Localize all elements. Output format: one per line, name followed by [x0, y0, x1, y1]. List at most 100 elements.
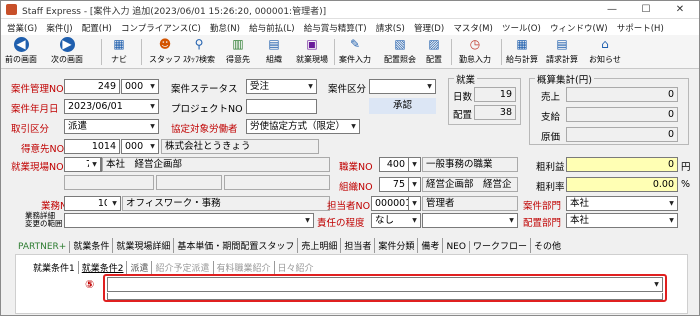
clock-icon: ◷ — [469, 37, 481, 51]
menu-job[interactable]: 案件(J) — [46, 19, 72, 34]
tab-notes[interactable]: 備考 — [418, 238, 444, 253]
org-no-select[interactable]: ▼ — [409, 177, 421, 192]
menu-attendance[interactable]: 勤怠(N) — [210, 19, 240, 34]
tab-partner[interactable]: PARTNER+ — [15, 241, 71, 253]
subtab-paid-placement[interactable]: 有料職業紹介 — [214, 261, 275, 274]
client-button[interactable]: ▥ 得意先 — [226, 37, 250, 65]
chevron-down-icon: ▼ — [412, 161, 417, 168]
client-no-field[interactable]: 1014 — [64, 139, 120, 154]
client-name: 株式会社とうきょう — [161, 139, 319, 154]
menu-admin[interactable]: 管理(D) — [414, 19, 444, 34]
app-logo-icon — [6, 4, 17, 15]
job-dept-select[interactable]: 本社 ▼ — [566, 196, 678, 211]
org-no-field[interactable]: 75 — [379, 177, 409, 192]
invoice-icon: ▤ — [556, 37, 568, 51]
gross-value: 0 — [566, 157, 678, 172]
menu-billing[interactable]: 請求(S) — [376, 19, 405, 34]
menu-sales[interactable]: 営業(G) — [7, 19, 37, 34]
menu-assign[interactable]: 配置(H) — [82, 19, 112, 34]
billing-calc-button[interactable]: ▤ 請求計算 — [546, 37, 578, 65]
jobtype-no-select[interactable]: ▼ — [409, 157, 421, 172]
approve-button[interactable]: 承認 — [369, 98, 436, 114]
org-label: 組織NO — [339, 182, 373, 193]
work-summary-title: 就業 — [454, 72, 478, 86]
responsibility-detail-select[interactable]: ▼ — [422, 213, 518, 228]
menu-tools[interactable]: ツール(O) — [502, 19, 541, 34]
site-icon: ▣ — [306, 37, 318, 51]
assigned-label: 配置 — [453, 110, 473, 121]
menu-compliance[interactable]: コンプライアンス(C) — [121, 19, 201, 34]
tab-workflow[interactable]: ワークフロー — [470, 238, 531, 253]
jobtype-no-field[interactable]: 400 — [379, 157, 409, 172]
chevron-down-icon: ▼ — [669, 200, 674, 207]
tab-site-detail[interactable]: 就業現場詳細 — [113, 238, 175, 253]
pay-value: 0 — [566, 107, 678, 122]
org-button[interactable]: ▤ 組織 — [266, 37, 282, 65]
detail-select[interactable]: ▼ — [64, 213, 314, 228]
tab-neo[interactable]: NEO — [443, 241, 470, 253]
navi-button[interactable]: ▦ ナビ — [111, 37, 127, 65]
tab-sales-detail[interactable]: 売上明細 — [298, 238, 342, 253]
client-branch-select[interactable]: 000 ▼ — [121, 139, 159, 154]
category-select[interactable]: ▼ — [369, 79, 436, 94]
jobtype-name: 一般事務の職業 — [422, 157, 518, 172]
assign-query-button[interactable]: ▧ 配置照会 — [384, 37, 416, 65]
subtab-work-1[interactable]: 就業条件1 — [30, 261, 79, 274]
staff-no-field[interactable]: 000001 — [371, 196, 409, 211]
staff-search-button[interactable]: ⚲ ｽﾀｯﾌ検索 — [183, 37, 215, 65]
site-button[interactable]: ▣ 就業現場 — [296, 37, 328, 65]
chevron-down-icon: ▼ — [305, 217, 310, 224]
org-name: 経営企画部 経営企 — [422, 177, 518, 192]
assign-dept-select[interactable]: 本社 ▼ — [566, 213, 678, 228]
trade-select[interactable]: 派遣 ▼ — [64, 119, 159, 134]
agreement-select[interactable]: 労使協定方式（限定） ▼ — [246, 119, 360, 134]
job-no-field[interactable]: 249 — [64, 79, 120, 94]
staff-button[interactable]: ☻ スタッフ — [149, 37, 181, 65]
tab-base-rate[interactable]: 基本単価・期間配置スタッフ — [174, 238, 299, 253]
payroll-calc-button[interactable]: ▦ 給与計算 — [506, 37, 538, 65]
tab-job-class[interactable]: 案件分類 — [375, 238, 419, 253]
job-no-branch-select[interactable]: 000 ▼ — [121, 79, 159, 94]
jobtype-label: 職業NO — [339, 162, 373, 173]
tab-staff[interactable]: 担当者 — [341, 238, 376, 253]
date-field[interactable]: 2023/06/01 ▼ — [64, 99, 159, 114]
subtab-intro-dispatch[interactable]: 紹介予定派遣 — [152, 261, 214, 274]
tab-other[interactable]: その他 — [531, 238, 564, 253]
subtab-dispatch[interactable]: 派遣 — [127, 261, 153, 274]
work-condition-select-1[interactable]: ▼ — [107, 277, 663, 292]
chevron-down-icon: ▼ — [150, 83, 155, 90]
assign-icon: ▨ — [428, 37, 440, 51]
chevron-down-icon: ▼ — [669, 217, 674, 224]
subtab-daily-intro[interactable]: 日々紹介 — [275, 261, 317, 274]
menu-advance-pay[interactable]: 給与前払(L) — [249, 19, 294, 34]
assign-button[interactable]: ▨ 配置 — [426, 37, 442, 65]
menu-window[interactable]: ウィンドウ(W) — [550, 19, 608, 34]
site-no-select[interactable]: ▼ — [89, 157, 101, 172]
responsibility-select[interactable]: なし ▼ — [371, 213, 421, 228]
staff-no-select[interactable]: ▼ — [409, 196, 421, 211]
close-button[interactable]: ✕ — [663, 1, 697, 19]
next-screen-button[interactable]: ▶ 次の画面 — [51, 37, 83, 65]
chevron-down-icon: ▼ — [351, 123, 356, 130]
site-sub-field-1 — [64, 175, 154, 190]
menu-master[interactable]: マスタ(M) — [453, 19, 492, 34]
site-name: 本社 経営企画部 — [102, 157, 330, 172]
prev-screen-button[interactable]: ◀ 前の画面 — [5, 37, 37, 65]
work-condition-select-2[interactable] — [107, 293, 663, 300]
tab-work-conditions[interactable]: 就業条件 — [70, 238, 114, 253]
assign-dept-label: 配置部門 — [523, 218, 562, 229]
app-window: Staff Express - [案件入力 追加(2023/06/01 15:2… — [0, 0, 700, 316]
minimize-button[interactable]: — — [595, 1, 629, 19]
menu-support[interactable]: サポート(H) — [617, 19, 664, 34]
notice-button[interactable]: ⌂ お知らせ — [589, 37, 621, 65]
maximize-button[interactable]: ☐ — [629, 1, 663, 19]
project-field[interactable] — [246, 99, 317, 114]
work-no-select[interactable]: ▼ — [107, 196, 121, 211]
job-entry-button[interactable]: ✎ 案件入力 — [339, 37, 371, 65]
chevron-down-icon: ▼ — [412, 217, 417, 224]
person-search-icon: ⚲ — [194, 37, 204, 51]
attendance-entry-button[interactable]: ◷ 勤怠入力 — [459, 37, 491, 65]
status-select[interactable]: 受注 ▼ — [246, 79, 317, 94]
menu-payroll[interactable]: 給与賞与精算(T) — [304, 19, 367, 34]
subtab-work-2[interactable]: 就業条件2 — [79, 261, 128, 274]
